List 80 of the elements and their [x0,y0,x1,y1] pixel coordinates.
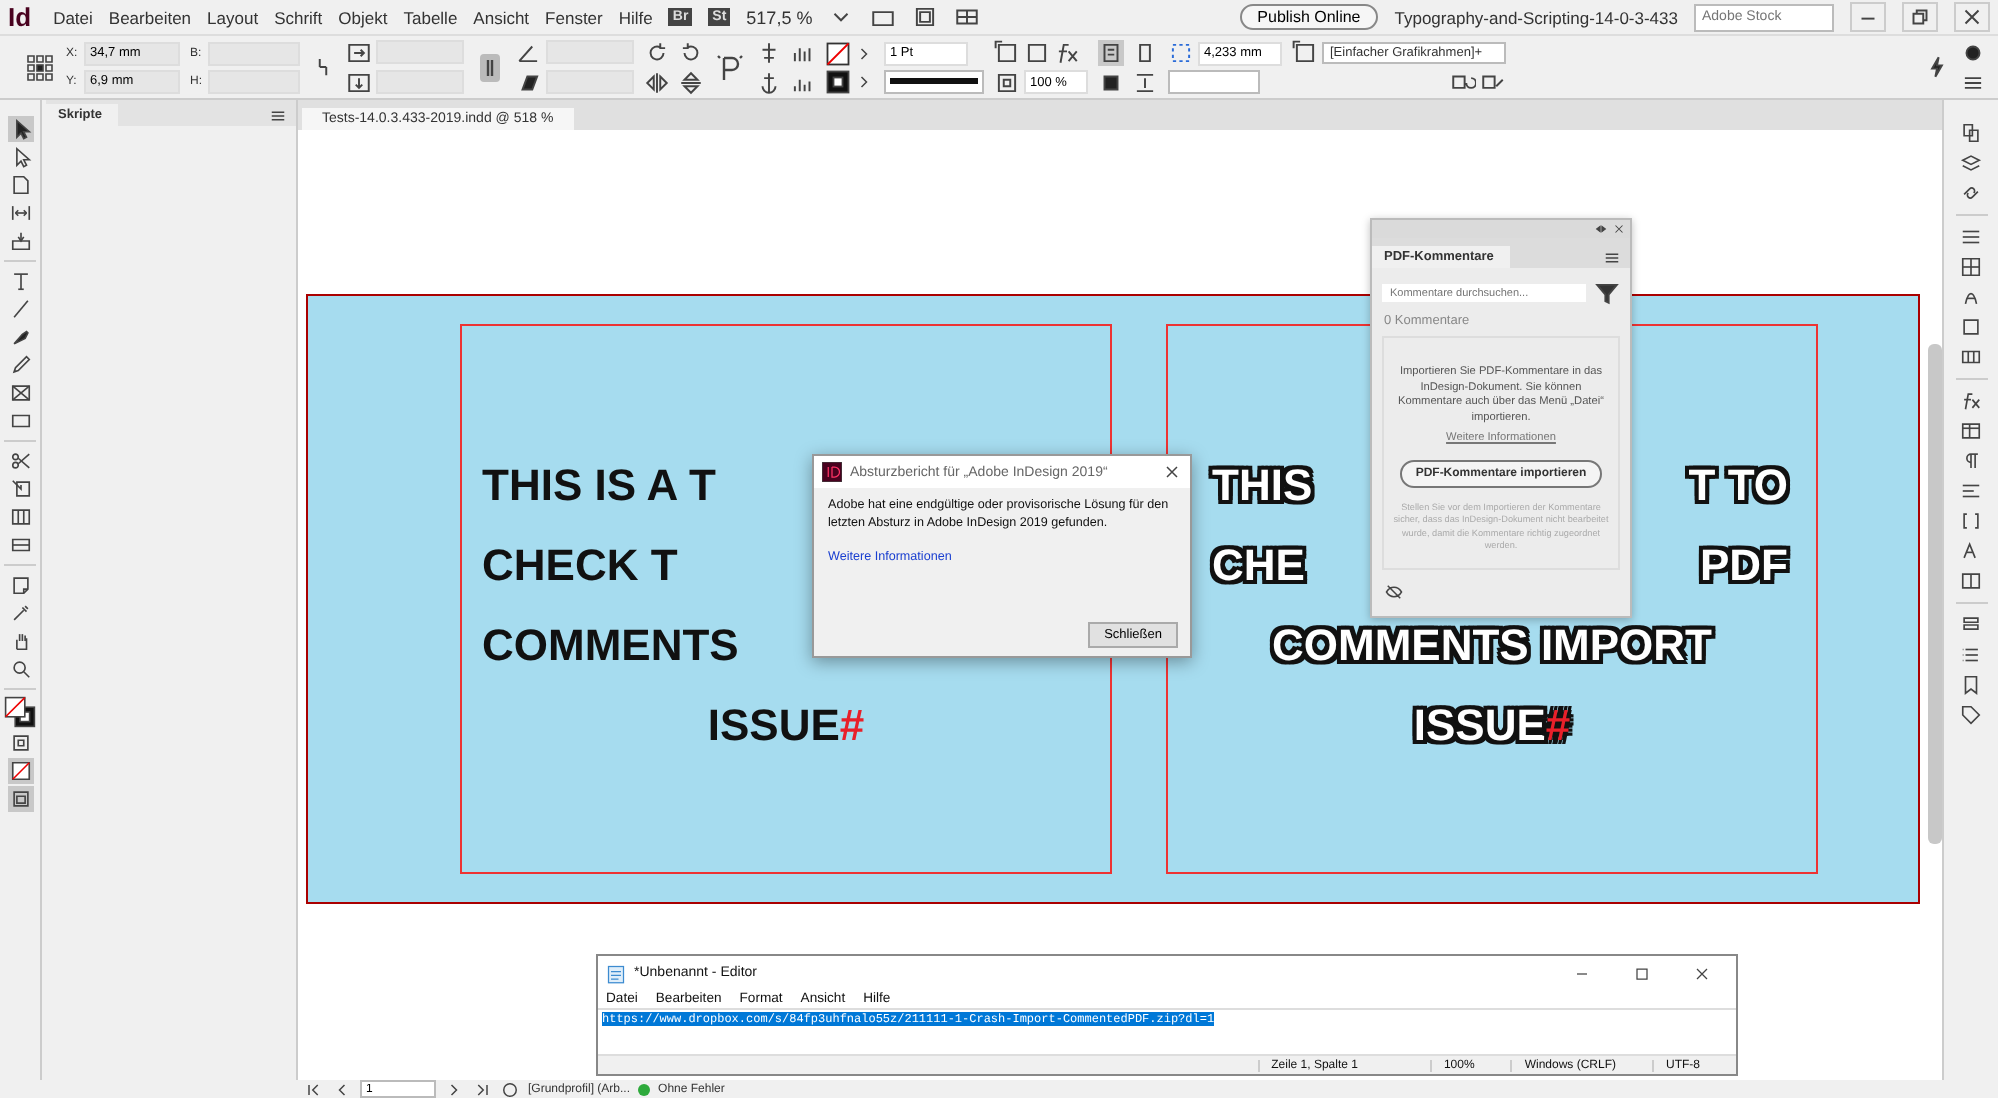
headline-text: ISSUE# [707,700,865,750]
close-icon[interactable] [1162,462,1182,482]
table-icon[interactable] [1958,418,1984,444]
container-icon[interactable] [7,730,33,756]
reference-point-icon[interactable] [24,51,56,83]
crossed-frame-icon[interactable] [7,380,33,406]
notepad-icon [606,963,626,983]
headline-text: COMMENTS IMPORT [1272,620,1712,670]
anchor-icon[interactable] [756,69,782,95]
headline-text: ISSUE# [1413,700,1571,750]
flip-vertical-icon[interactable] [678,69,704,95]
page-icon[interactable] [7,172,33,198]
rotate-counterclockwise-icon[interactable] [678,39,704,65]
stroke-swatch[interactable] [826,69,850,93]
spacing-icon[interactable] [1132,69,1158,95]
search-icon[interactable] [7,656,33,682]
menu-icon[interactable] [1602,248,1622,268]
headline-text: THIS [1212,458,1313,514]
stroke-type-dropdown[interactable] [884,69,984,93]
tray-icon[interactable] [7,228,33,254]
headline-text: T TO [1688,458,1788,514]
headline-text: CHE [1212,538,1305,594]
menu-item[interactable]: Ansicht [473,7,530,27]
grid-icon[interactable] [1958,254,1984,280]
rotate-clockwise-icon[interactable] [644,39,670,65]
last-page-icon[interactable] [472,1079,492,1098]
screen-mode-icon[interactable] [7,786,33,812]
scissors-icon[interactable] [7,448,33,474]
square-icon[interactable] [1024,39,1050,65]
menu-icon[interactable] [268,106,288,126]
document-name-dropdown[interactable]: Typography-and-Scripting-14-0-3-433 [1394,7,1678,27]
menu-item[interactable]: Tabelle [403,7,458,27]
fill-stroke-swatch[interactable] [4,696,36,728]
app-icon [822,462,842,482]
preflight-icon[interactable] [500,1079,520,1098]
publish-online-button[interactable]: Publish Online [1239,4,1379,30]
menu-item[interactable]: Bearbeiten [108,7,192,27]
headline-text: CHECK T [482,540,678,590]
note-icon[interactable] [7,572,33,598]
fx-icon[interactable] [1054,39,1080,65]
tag-icon[interactable] [1958,702,1984,728]
minimize-icon[interactable] [1850,2,1886,32]
zoom-level[interactable]: 517,5 % [746,7,813,27]
arrow-pointer-icon[interactable] [7,116,33,142]
text-wrap-icon[interactable] [1098,39,1124,65]
layers-icon[interactable] [1958,150,1984,176]
opacity-icon [994,69,1020,95]
pages-icon[interactable] [1958,120,1984,146]
corner-icon [1168,40,1194,66]
app-logo: Id [8,2,32,32]
hidden-eye-icon[interactable] [1384,581,1404,602]
none-swatch-icon[interactable] [7,758,33,784]
frame-fit-icon[interactable] [994,39,1020,65]
headline-text: COMMENTS [482,620,739,670]
headline-text: PDF [1700,538,1788,594]
fill-none-swatch[interactable] [826,41,850,65]
pencil-icon[interactable] [7,352,33,378]
headline-text: THIS IS A T [482,460,716,510]
layout-grid-icon[interactable] [954,4,981,30]
menu-item[interactable]: Fenster [545,7,603,27]
filter-icon[interactable] [1594,280,1620,306]
first-page-icon[interactable] [304,1079,324,1098]
gap-icon[interactable] [7,200,33,226]
frame-style-icon [1292,39,1318,65]
menu-item[interactable]: Datei [53,7,93,27]
fx-icon[interactable] [1958,388,1984,414]
menu-item[interactable]: Schrift [274,7,323,27]
status-dot [638,1083,651,1095]
cell-icon[interactable] [1958,568,1984,594]
bracket-icon[interactable] [1958,508,1984,534]
frame-view-icon[interactable] [912,4,939,30]
menu-item[interactable]: Objekt [338,7,388,27]
flip-horizontal-icon[interactable] [644,69,670,95]
close-icon[interactable] [1612,222,1626,236]
menu-item[interactable]: Hilfe [618,7,653,27]
restore-icon[interactable] [1902,2,1938,32]
scrollbar[interactable] [1928,344,1942,844]
square-icon[interactable] [1958,314,1984,340]
transform-icon[interactable] [7,476,33,502]
menu-item[interactable]: Layout [207,7,259,27]
